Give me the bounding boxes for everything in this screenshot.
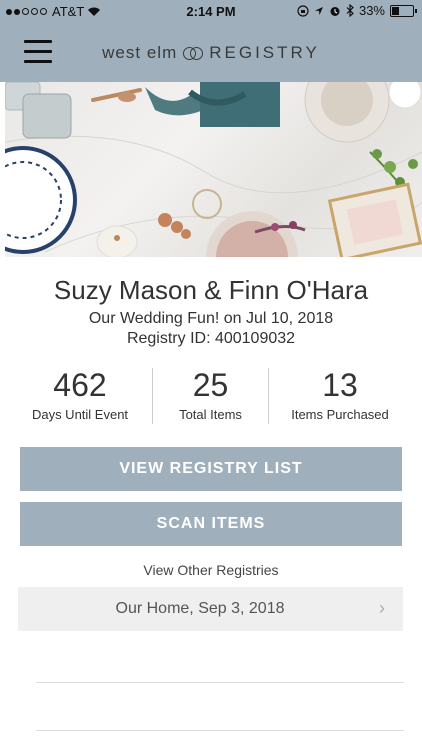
top-bar: AT&T 2:14 PM 33% west elm REGISTRY <box>0 0 422 82</box>
stat-value: 13 <box>322 367 358 403</box>
registry-id: Registry ID: 400109032 <box>126 330 296 347</box>
brand-registry: REGISTRY <box>209 43 320 62</box>
stat-divider <box>268 368 269 424</box>
event-line: Our Wedding Fun! on Jul 10, 2018 <box>88 310 334 327</box>
location-icon <box>314 6 323 15</box>
other-registry-row[interactable]: Our Home, Sep 3, 2018 › <box>18 587 403 631</box>
battery-percent: 33% <box>358 3 385 18</box>
stat-days-until-event: 462 Days Until Event <box>20 365 140 422</box>
other-registry-label: Our Home, Sep 3, 2018 <box>115 600 285 617</box>
rings-icon <box>183 47 204 60</box>
status-right: 33% <box>297 3 417 18</box>
brand-name: west elm <box>102 43 178 62</box>
brand-logo: west elm REGISTRY <box>0 43 422 63</box>
bluetooth-icon <box>346 4 354 17</box>
hero-image <box>5 82 422 257</box>
stat-total-items: 25 Total Items <box>152 365 269 422</box>
view-other-registries-heading: View Other Registries <box>143 562 279 578</box>
scan-items-button[interactable]: SCAN ITEMS <box>20 502 402 546</box>
battery-fill <box>392 6 399 15</box>
stats-row: 462 Days Until Event 25 Total Items 13 I… <box>0 365 422 427</box>
stat-value: 25 <box>192 367 229 403</box>
alarm-icon <box>330 6 340 16</box>
couple-names: Suzy Mason & Finn O'Hara <box>53 275 369 305</box>
stat-label: Total Items <box>179 407 242 422</box>
hero-illustration <box>5 82 422 257</box>
stat-label: Days Until Event <box>31 407 129 422</box>
divider-line <box>36 730 404 731</box>
status-bar: AT&T 2:14 PM 33% <box>0 0 422 22</box>
rotation-lock-icon <box>297 4 309 17</box>
divider-line <box>36 682 404 683</box>
stat-label: Items Purchased <box>291 407 389 422</box>
view-registry-list-button[interactable]: VIEW REGISTRY LIST <box>20 447 402 491</box>
chevron-right-icon: › <box>379 598 385 618</box>
battery-icon <box>390 4 417 17</box>
stat-items-purchased: 13 Items Purchased <box>276 365 404 422</box>
stat-value: 462 <box>53 367 107 403</box>
